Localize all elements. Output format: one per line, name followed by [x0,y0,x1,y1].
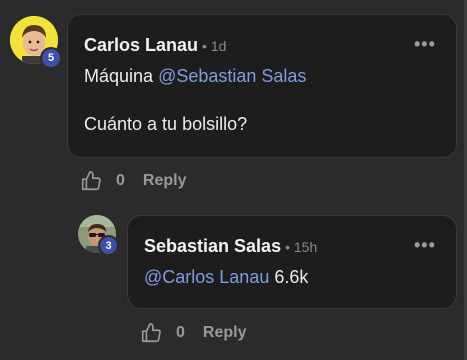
comment-author[interactable]: Sebastian Salas • 15h [144,236,317,257]
user-level-badge: 5 [40,47,62,69]
reply-button[interactable]: Reply [203,324,247,342]
comment-avatar-carlos[interactable]: 5 [10,16,62,69]
user-level-badge: 3 [98,235,119,256]
comment-avatar-sebastian[interactable]: 3 [78,215,119,256]
mention-link[interactable]: @Carlos Lanau [144,267,269,287]
comment-time: • 1d [202,38,227,54]
comment-line-1: @Carlos Lanau 6.6k [144,267,308,288]
thumbs-up-icon[interactable] [80,170,102,192]
mention-link[interactable]: @Sebastian Salas [158,66,306,86]
more-options-icon[interactable]: ••• [414,236,436,254]
reply-button[interactable]: Reply [143,172,187,190]
comment-line-2: Cuánto a tu bolsillo? [84,114,248,134]
like-count: 0 [116,172,125,189]
like-count: 0 [176,324,185,341]
comment-author[interactable]: Carlos Lanau • 1d [84,35,226,56]
author-name[interactable]: Carlos Lanau [84,35,198,55]
author-name[interactable]: Sebastian Salas [144,236,281,256]
more-options-icon[interactable]: ••• [414,35,436,53]
comment-line-1: Máquina @Sebastian Salas [84,66,306,87]
comment-actions: 0 Reply [80,170,186,192]
comment-text: Máquina [84,66,159,86]
comment-actions: 0 Reply [140,322,246,344]
comment-time: • 15h [285,239,318,255]
reply-bubble: Sebastian Salas • 15h ••• @Carlos Lanau 6… [127,215,457,309]
comment-text: 6.6k [269,267,309,287]
comment-bubble: Carlos Lanau • 1d ••• Máquina @Sebastian … [67,14,457,158]
thumbs-up-icon[interactable] [140,322,162,344]
